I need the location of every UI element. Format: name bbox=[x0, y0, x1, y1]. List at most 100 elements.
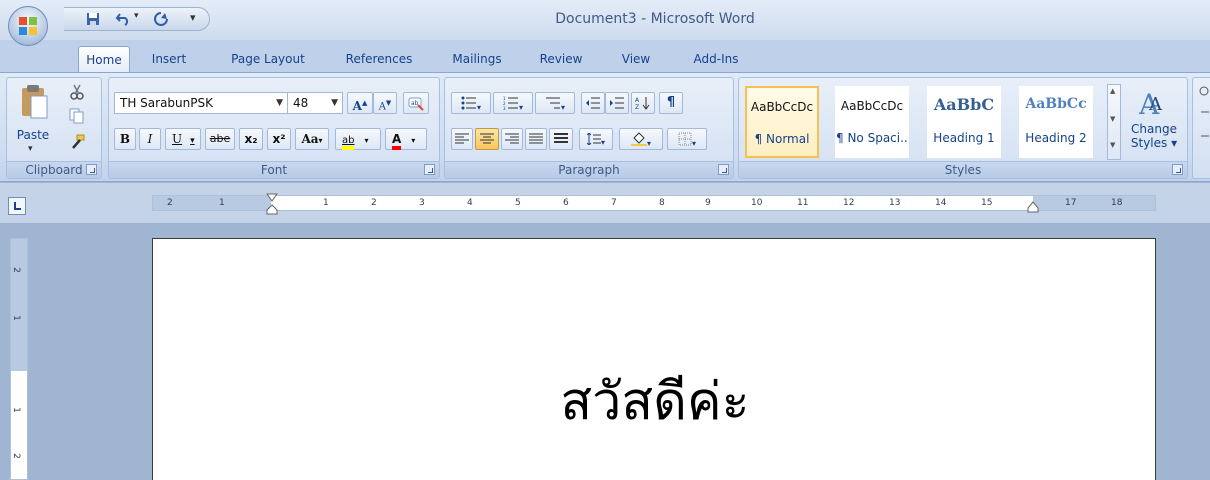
tab-page-layout[interactable]: Page Layout bbox=[222, 46, 314, 72]
indent-marker-icon[interactable] bbox=[266, 193, 278, 215]
ruler-number: 11 bbox=[797, 198, 809, 208]
line-spacing-button[interactable]: ▾ bbox=[579, 128, 613, 150]
tab-selector[interactable] bbox=[8, 197, 26, 215]
ruler-number: 1 bbox=[10, 315, 21, 321]
shrink-font-button[interactable]: A▼ bbox=[373, 92, 397, 114]
style-name: Heading 1 bbox=[933, 131, 995, 145]
ruler-number: 7 bbox=[611, 198, 617, 208]
ruler-number: 9 bbox=[705, 198, 711, 208]
style-preview: AaBbC bbox=[933, 95, 995, 114]
vertical-ruler[interactable]: 2 1 1 2 bbox=[10, 238, 28, 480]
chevron-down-icon: ▾ bbox=[646, 139, 651, 148]
tab-mailings[interactable]: Mailings bbox=[444, 46, 510, 72]
find-icon[interactable] bbox=[1199, 86, 1210, 146]
chevron-down-icon: ▾ bbox=[600, 138, 605, 147]
font-dialog-launcher[interactable] bbox=[424, 164, 435, 175]
styles-scrollbar[interactable]: ▲ ▼ ▼ bbox=[1107, 84, 1121, 160]
change-case-button[interactable]: Aa▾ bbox=[295, 128, 329, 150]
distributed-button[interactable] bbox=[549, 128, 573, 150]
document-area: สวัสดีค่ะ bbox=[38, 223, 1210, 480]
office-button[interactable] bbox=[8, 6, 48, 46]
svg-text:ab: ab bbox=[411, 100, 419, 107]
superscript-button[interactable]: x² bbox=[267, 128, 291, 150]
ruler-number: 5 bbox=[515, 198, 521, 208]
shading-button[interactable]: ▾ bbox=[619, 128, 663, 150]
format-painter-icon[interactable] bbox=[69, 134, 85, 150]
tab-home[interactable]: Home bbox=[78, 46, 130, 72]
justify-button[interactable] bbox=[525, 128, 547, 150]
tab-stop-left-icon bbox=[14, 202, 21, 210]
chevron-down-icon: ▾ bbox=[691, 139, 696, 148]
multilevel-list-button[interactable]: ▾ bbox=[535, 92, 575, 114]
change-styles-label: Change Styles ▾ bbox=[1130, 122, 1178, 150]
more-styles-icon[interactable]: ▼ bbox=[1110, 141, 1115, 149]
paragraph-group: ▾ 1 2 3 ▾ ▾ AZ ¶ ▾ ▾ ▾ Paragraph bbox=[444, 77, 734, 179]
decrease-indent-button[interactable] bbox=[581, 92, 605, 114]
italic-button[interactable]: I bbox=[139, 128, 161, 150]
distributed-icon bbox=[554, 133, 568, 143]
chevron-down-icon: ▾ bbox=[318, 135, 323, 145]
line-spacing-icon bbox=[586, 132, 601, 146]
right-indent-marker-icon[interactable] bbox=[1027, 201, 1039, 213]
grow-font-button[interactable]: A▲ bbox=[347, 92, 373, 114]
tab-view[interactable]: View bbox=[614, 46, 658, 72]
svg-text:Z: Z bbox=[635, 104, 639, 110]
ruler-margin-right bbox=[1033, 196, 1155, 210]
underline-button[interactable]: U ▾ bbox=[165, 128, 201, 150]
paste-dropdown-icon: ▾ bbox=[28, 144, 33, 154]
ruler-margin-top bbox=[11, 239, 27, 371]
tab-references[interactable]: References bbox=[336, 46, 422, 72]
strikethrough-button[interactable]: abe bbox=[205, 128, 235, 150]
document-page[interactable]: สวัสดีค่ะ bbox=[152, 238, 1156, 480]
style-heading-2[interactable]: AaBbCc Heading 2 bbox=[1019, 86, 1093, 158]
tab-add-ins[interactable]: Add-Ins bbox=[686, 46, 746, 72]
sort-button[interactable]: AZ bbox=[631, 92, 655, 114]
align-left-icon bbox=[455, 133, 469, 144]
ruler-number: 18 bbox=[1111, 198, 1123, 208]
bold-button[interactable]: B bbox=[114, 128, 136, 150]
paste-label: Paste bbox=[16, 128, 50, 142]
horizontal-ruler[interactable]: 2 1 1 2 3 4 5 6 7 8 9 10 11 12 13 14 15 … bbox=[152, 193, 1156, 215]
style-name: ¶ Normal bbox=[754, 132, 810, 146]
tab-review[interactable]: Review bbox=[534, 46, 588, 72]
clear-formatting-button[interactable]: ab bbox=[403, 92, 429, 114]
ruler-number: 13 bbox=[889, 198, 901, 208]
change-styles-button[interactable]: AA Change Styles ▾ bbox=[1125, 82, 1183, 162]
paragraph-dialog-launcher[interactable] bbox=[718, 164, 729, 175]
editing-group-partial bbox=[1192, 77, 1210, 179]
chevron-up-icon[interactable]: ▲ bbox=[1110, 87, 1115, 95]
bullets-button[interactable]: ▾ bbox=[451, 92, 491, 114]
align-right-button[interactable] bbox=[501, 128, 523, 150]
align-left-button[interactable] bbox=[451, 128, 473, 150]
cut-icon[interactable] bbox=[69, 84, 85, 100]
numbering-button[interactable]: 1 2 3 ▾ bbox=[493, 92, 533, 114]
font-name-combo[interactable]: TH SarabunPSK ▼ bbox=[114, 92, 288, 114]
borders-button[interactable]: ▾ bbox=[667, 128, 707, 150]
show-formatting-marks-button[interactable]: ¶ bbox=[659, 92, 683, 114]
paste-icon bbox=[22, 85, 48, 119]
paste-button[interactable]: Paste ▾ bbox=[13, 82, 53, 158]
style-no-spacing[interactable]: AaBbCcDc ¶ No Spaci... bbox=[835, 86, 909, 158]
clipboard-dialog-launcher[interactable] bbox=[86, 164, 97, 175]
font-color-button[interactable]: A ▾ bbox=[385, 128, 427, 150]
text-highlight-button[interactable]: ab ▾ bbox=[335, 128, 381, 150]
chevron-down-icon: ▾ bbox=[476, 103, 481, 112]
increase-indent-button[interactable] bbox=[605, 92, 629, 114]
align-center-button[interactable] bbox=[475, 128, 499, 150]
chevron-down-icon[interactable]: ▼ bbox=[1110, 115, 1115, 123]
chevron-down-icon: ▾ bbox=[518, 103, 523, 112]
style-heading-1[interactable]: AaBbC Heading 1 bbox=[927, 86, 1001, 158]
font-size-combo[interactable]: 48 ▼ bbox=[287, 92, 343, 114]
ruler-row: 2 1 1 2 3 4 5 6 7 8 9 10 11 12 13 14 15 … bbox=[0, 183, 1210, 223]
copy-icon[interactable] bbox=[69, 108, 85, 124]
styles-dialog-launcher[interactable] bbox=[1172, 164, 1183, 175]
sort-icon: AZ bbox=[635, 97, 650, 111]
ribbon-tabs: Home Insert Page Layout References Maili… bbox=[0, 40, 1210, 72]
font-name-value: TH SarabunPSK bbox=[120, 96, 213, 110]
align-center-icon bbox=[480, 133, 494, 144]
style-normal[interactable]: AaBbCcDc ¶ Normal bbox=[745, 86, 819, 158]
paragraph-group-label: Paragraph bbox=[445, 161, 733, 178]
tab-insert[interactable]: Insert bbox=[146, 46, 192, 72]
subscript-button[interactable]: x₂ bbox=[239, 128, 263, 150]
document-text[interactable]: สวัสดีค่ะ bbox=[153, 359, 1157, 442]
